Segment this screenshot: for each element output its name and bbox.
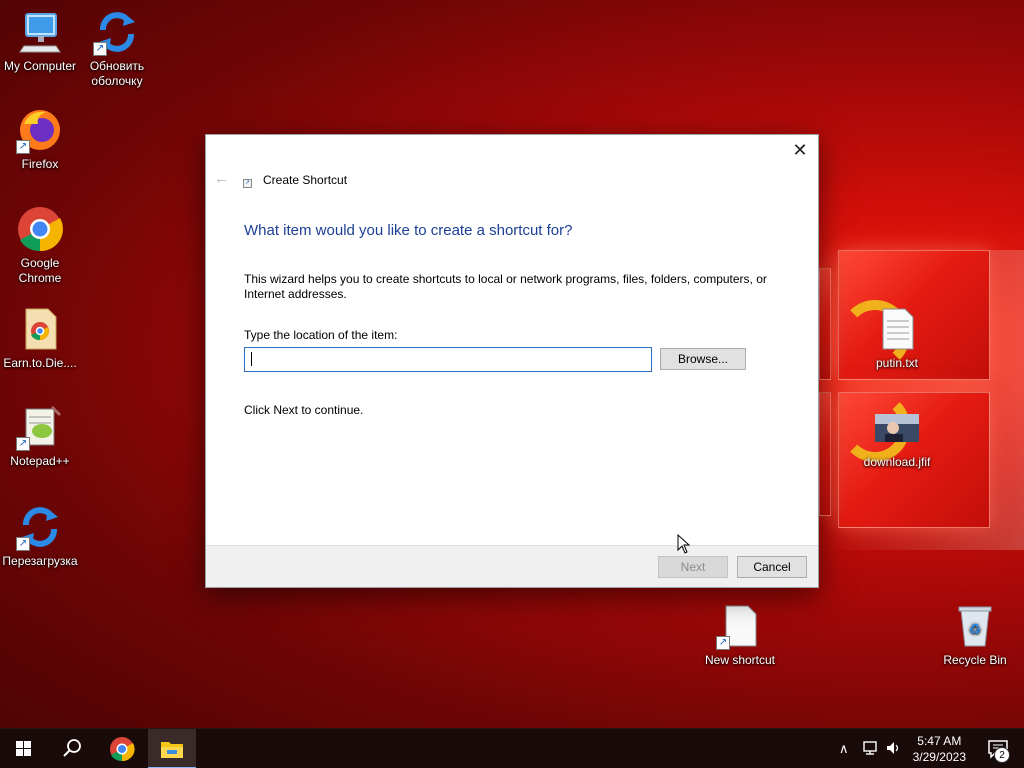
document-chrome-icon <box>16 305 64 353</box>
continue-hint: Click Next to continue. <box>244 403 364 417</box>
text-caret <box>251 352 252 366</box>
mouse-pointer-icon <box>677 534 691 554</box>
file-explorer-taskbar-button[interactable] <box>148 729 196 768</box>
shortcut-arrow-icon: ↗ <box>16 537 30 551</box>
notepadpp-icon: ↗ <box>16 403 64 451</box>
shortcut-wizard-icon: ↗ <box>243 179 252 188</box>
create-shortcut-dialog: ✕ ← ↗ Create Shortcut What item would yo… <box>205 134 819 588</box>
desktop-icon-firefox[interactable]: ↗ Firefox <box>0 106 80 172</box>
taskbar: ∧ 5:47 AM 3/29/2023 2 <box>0 728 1024 768</box>
dialog-title: Create Shortcut <box>263 173 348 187</box>
firefox-icon: ↗ <box>16 106 64 154</box>
search-button[interactable] <box>48 729 96 768</box>
desktop-icon-restart[interactable]: ↗ Перезагрузка <box>0 503 80 569</box>
shortcut-arrow-icon: ↗ <box>16 140 30 154</box>
desktop-icon-google-chrome[interactable]: Google Chrome <box>0 205 80 286</box>
clock[interactable]: 5:47 AM 3/29/2023 <box>913 733 966 765</box>
chrome-icon <box>16 205 64 253</box>
recycle-bin-icon: ♻ <box>951 602 999 650</box>
refresh-icon: ↗ <box>16 503 64 551</box>
text-file-icon <box>873 305 921 353</box>
desktop-icon-earn-to-die[interactable]: Earn.to.Die.... <box>0 305 80 371</box>
desktop-icon-notepadpp[interactable]: ↗ Notepad++ <box>0 403 80 469</box>
svg-text:♻: ♻ <box>969 622 982 638</box>
wallpaper-pane <box>819 392 831 516</box>
location-input[interactable] <box>244 347 652 372</box>
desktop-icon-my-computer[interactable]: My Computer <box>0 8 80 74</box>
dialog-description: This wizard helps you to create shortcut… <box>244 272 767 301</box>
desktop-icon-download-jfif[interactable]: download.jfif <box>857 404 937 470</box>
network-icon[interactable] <box>862 740 880 759</box>
search-icon <box>63 739 81 757</box>
chrome-icon <box>110 737 135 762</box>
computer-icon <box>16 8 64 56</box>
clock-time: 5:47 AM <box>917 734 962 748</box>
folder-icon <box>161 742 183 758</box>
clock-date: 3/29/2023 <box>912 750 966 764</box>
volume-icon[interactable] <box>885 740 903 759</box>
desktop-icon-putin-txt[interactable]: putin.txt <box>857 305 937 371</box>
shortcut-arrow-icon: ↗ <box>16 437 30 451</box>
back-arrow-icon[interactable]: ← <box>214 171 230 187</box>
chevron-up-icon[interactable]: ∧ <box>839 741 849 757</box>
browse-button[interactable]: Browse... <box>660 348 746 370</box>
desktop-icon-recycle-bin[interactable]: ♻ Recycle Bin <box>935 602 1015 668</box>
blank-file-icon: ↗ <box>716 602 764 650</box>
image-file-icon <box>873 404 921 452</box>
close-icon[interactable]: ✕ <box>790 141 810 161</box>
desktop-icon-refresh-shell[interactable]: ↗ Обновить оболочку <box>77 8 157 89</box>
chrome-taskbar-button[interactable] <box>98 729 146 768</box>
notification-count-badge: 2 <box>994 747 1010 763</box>
cancel-button[interactable]: Cancel <box>737 556 807 578</box>
wallpaper-pane <box>819 268 831 380</box>
dialog-heading: What item would you like to create a sho… <box>244 222 573 239</box>
windows-logo-icon <box>16 741 31 756</box>
refresh-icon: ↗ <box>93 8 141 56</box>
dialog-footer: Next Cancel <box>206 545 818 587</box>
shortcut-arrow-icon: ↗ <box>93 42 107 56</box>
location-label: Type the location of the item: <box>244 328 398 342</box>
next-button[interactable]: Next <box>658 556 728 578</box>
shortcut-arrow-icon: ↗ <box>716 636 730 650</box>
start-button[interactable] <box>0 729 48 768</box>
desktop-icon-new-shortcut[interactable]: ↗ New shortcut <box>700 602 780 668</box>
